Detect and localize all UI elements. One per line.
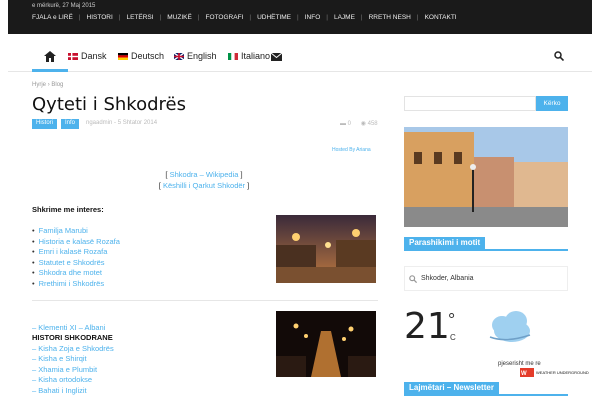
comment-count: 0 [347, 121, 352, 127]
lang-english[interactable]: English [174, 51, 217, 61]
location-label: Shkoder, Albania [421, 275, 474, 282]
list-item[interactable]: – Bahati i Inglizit [32, 386, 87, 395]
danish-flag-icon [68, 52, 78, 60]
weather-location: Shkoder, Albania [404, 266, 568, 291]
search-icon [554, 51, 565, 62]
castle-night-photo[interactable] [276, 215, 376, 283]
weather-title-underline [404, 249, 568, 251]
german-flag-icon [118, 52, 128, 60]
tag-histori[interactable]: Histori [32, 119, 58, 129]
home-icon [44, 50, 56, 62]
menu-item-muzike[interactable]: MUZIKË [167, 13, 192, 23]
list-item[interactable]: – Kisha Zoja e Shkodrës [32, 344, 114, 353]
list-item[interactable]: – Kisha ortodokse [32, 375, 92, 384]
council-link-row: [ Këshilli i Qarkut Shkodër ] [158, 181, 250, 190]
hosted-by-link[interactable]: Hosted By Ariana [332, 147, 371, 153]
weather-underground-logo[interactable]: W WEATHER UNDERGROUND [520, 368, 589, 377]
italian-flag-icon [228, 52, 238, 60]
post-author[interactable]: ngaadmin [86, 120, 112, 126]
council-link[interactable]: Këshilli i Qarkut Shkodër [163, 181, 245, 190]
list-item[interactable]: Shkodra dhe motet [32, 268, 120, 279]
view-count: 458 [367, 121, 378, 127]
breadcrumb-home[interactable]: Hyrje [32, 82, 46, 88]
content-divider [32, 300, 378, 301]
wu-logo-icon: W [520, 368, 534, 377]
newsletter-title-underline [404, 394, 568, 396]
uk-flag-icon [174, 52, 184, 60]
menu-item-info[interactable]: INFO [305, 13, 321, 23]
search-icon [409, 274, 417, 283]
menu-item-letersi[interactable]: LETËRSI [126, 13, 153, 23]
contact-mail-button[interactable] [271, 53, 282, 61]
cloudy-weather-icon [489, 311, 531, 342]
date-label: e mërkurë, 27 Maj 2015 [32, 3, 96, 9]
top-bar: e mërkurë, 27 Maj 2015 FJALA e LIRË | HIS… [8, 0, 592, 34]
post-counts: ▬ 0 ◉ 458 [340, 120, 378, 127]
temperature-unit: C [450, 333, 456, 342]
language-bar: Dansk Deutsch English Italiano [8, 43, 592, 72]
weather-condition: pjeserisht me re [498, 361, 541, 367]
comment-icon: ▬ [340, 121, 346, 127]
post-title: Qyteti i Shkodrës [32, 94, 186, 115]
lang-dansk[interactable]: Dansk [68, 51, 107, 61]
list-item[interactable]: – Xhamia e Plumbit [32, 365, 97, 374]
menu-item-histori[interactable]: HISTORI [87, 13, 113, 23]
home-button[interactable] [32, 43, 68, 72]
lang-label: Italiano [241, 51, 271, 61]
wikipedia-link[interactable]: Shkodra – Wikipedia [170, 170, 239, 179]
list-item[interactable]: Historia e kalasë Rozafa [32, 237, 120, 248]
wiki-link-row: [ Shkodra – Wikipedia ] [165, 170, 243, 179]
temperature-value: 21 [404, 306, 450, 347]
menu-item-udhetime[interactable]: UDHËTIME [257, 13, 291, 23]
search-button[interactable]: Kërko [536, 96, 568, 111]
weather-title: Parashikimi i motit [404, 237, 486, 249]
lang-deutsch[interactable]: Deutsch [118, 51, 164, 61]
breadcrumb: Hyrje › Blog [32, 82, 64, 88]
clement-link[interactable]: – Klementi XI – Albani [32, 323, 105, 332]
breadcrumb-blog[interactable]: Blog [51, 82, 63, 88]
list-item[interactable]: Emri i kalasë Rozafa [32, 247, 120, 258]
svg-text:W: W [521, 371, 527, 377]
list-item[interactable]: Rrethimi i Shkodrës [32, 279, 120, 290]
menu-item-fjala[interactable]: FJALA e LIRË [32, 13, 73, 23]
envelope-icon [271, 53, 282, 61]
newsletter-title: Lajmëtari – Newsletter [404, 382, 499, 394]
section-heading: Shkrime me interes: [32, 205, 104, 214]
menu-item-rreth-nesh[interactable]: RRETH NESH [369, 13, 411, 23]
lang-label: English [187, 51, 217, 61]
menu-item-kontakti[interactable]: KONTAKTI [425, 13, 457, 23]
history-heading: HISTORI SHKODRANE [32, 333, 113, 342]
tag-info[interactable]: Info [61, 119, 80, 129]
lang-label: Dansk [81, 51, 107, 61]
lang-italiano[interactable]: Italiano [228, 51, 270, 61]
search-input[interactable] [404, 96, 536, 111]
header-search-button[interactable] [554, 51, 565, 63]
menu-item-lajme[interactable]: LAJME [334, 13, 355, 23]
street-night-photo[interactable] [276, 311, 376, 377]
list-item[interactable]: – Kisha e Shirqit [32, 354, 87, 363]
list-item[interactable]: Statutet e Shkodrës [32, 258, 120, 269]
menu-item-fotografi[interactable]: FOTOGRAFI [206, 13, 244, 23]
post-meta: ngaadmin - 5 Shtator 2014 [86, 120, 158, 126]
eye-icon: ◉ [360, 121, 366, 127]
list-item[interactable]: Familja Marubi [32, 226, 120, 237]
top-menu: FJALA e LIRË | HISTORI | LETËRSI | MUZIKË | … [32, 13, 457, 23]
degree-symbol: ° [448, 310, 456, 330]
lang-label: Deutsch [131, 51, 165, 61]
interest-list: Familja Marubi Historia e kalasë Rozafa … [32, 226, 120, 290]
post-date: 5 Shtator 2014 [117, 120, 158, 126]
shkoder-street-photo [404, 127, 568, 227]
